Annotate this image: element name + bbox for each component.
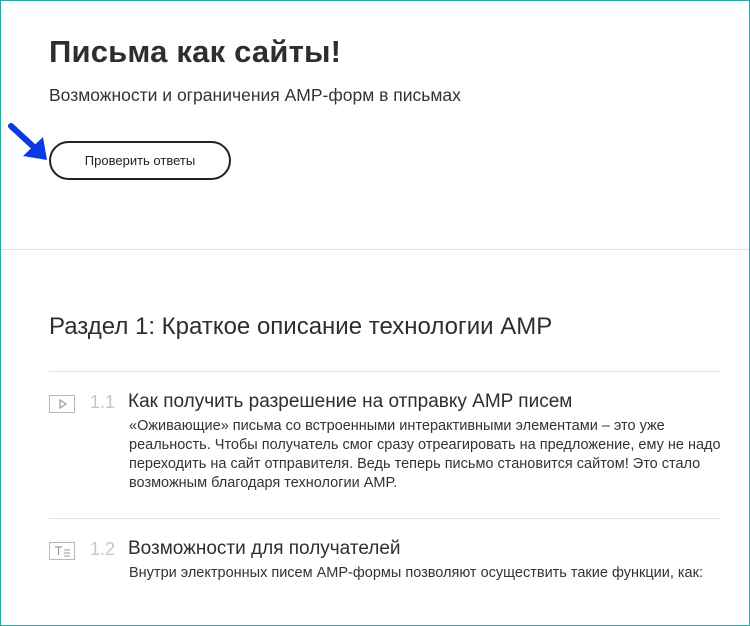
check-answers-button[interactable]: Проверить ответы — [49, 141, 231, 180]
lesson-description: «Оживающие» письма со встроенными интера… — [129, 418, 721, 491]
page-frame: Письма как сайты! Возможности и ограниче… — [0, 0, 750, 626]
lesson-number: 1.1 — [90, 392, 116, 412]
page-title: Письма как сайты! — [49, 34, 342, 69]
page-subtitle: Возможности и ограничения AMP-форм в пис… — [49, 85, 461, 105]
divider — [49, 518, 720, 519]
text-icon — [49, 542, 75, 560]
lesson-title[interactable]: Возможности для получателей — [128, 538, 401, 560]
section-title: Раздел 1: Краткое описание технологии AM… — [49, 313, 553, 340]
lesson-description: Внутри электронных писем AMP-формы позво… — [129, 565, 703, 581]
divider — [49, 371, 720, 372]
lesson-number: 1.2 — [90, 539, 116, 559]
arrow-pointer-icon — [8, 123, 47, 160]
course-header: Письма как сайты! Возможности и ограниче… — [1, 1, 749, 250]
lesson-title[interactable]: Как получить разрешение на отправку AMP … — [128, 391, 572, 413]
play-icon — [49, 395, 75, 413]
